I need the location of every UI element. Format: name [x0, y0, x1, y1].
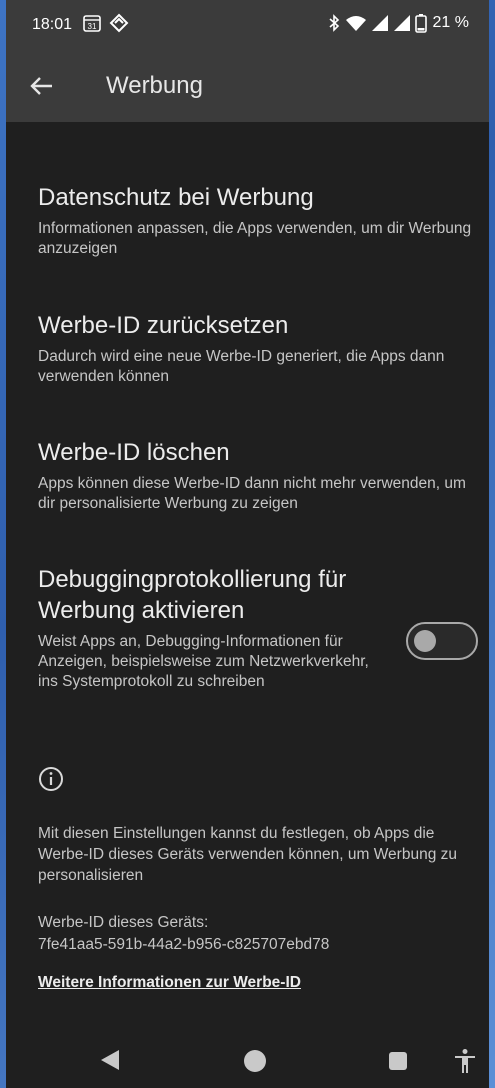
navigation-bar [6, 1030, 489, 1088]
nav-back-icon[interactable] [99, 1048, 121, 1072]
item-delete-ad-id[interactable]: Werbe-ID löschen Apps können diese Werbe… [38, 437, 478, 514]
toggle-knob [414, 630, 436, 652]
wifi-icon [345, 16, 366, 31]
item-subtitle: Dadurch wird eine neue Werbe-ID generier… [38, 348, 445, 385]
signal-icon-2 [393, 15, 410, 31]
status-icons: 21 % [327, 13, 469, 33]
device-id-value: 7fe41aa5-591b-44a2-b956-c825707ebd78 [38, 936, 330, 953]
status-time: 18:01 [32, 16, 73, 33]
item-ad-privacy[interactable]: Datenschutz bei Werbung Informationen an… [38, 182, 478, 259]
info-description: Mit diesen Einstellungen kannst du festl… [38, 825, 457, 884]
battery-percent: 21 % [432, 14, 469, 31]
item-title: Werbe-ID löschen [38, 439, 230, 466]
calendar-day: 31 [88, 22, 97, 31]
signal-icon [371, 15, 388, 31]
arrow-back-icon[interactable] [26, 70, 58, 102]
more-info-link[interactable]: Weitere Informationen zur Werbe-ID [38, 972, 301, 993]
calendar-icon: 31 [83, 15, 101, 32]
item-title: Werbe-ID zurücksetzen [38, 312, 289, 339]
item-debug-logging[interactable]: Debuggingprotokollierung für Werbung akt… [38, 564, 378, 692]
phone-screen: 18:01 31 21 % Werbung Datenschutz bei We… [6, 0, 489, 1088]
nav-home-icon[interactable] [244, 1050, 266, 1072]
item-subtitle: Apps können diese Werbe-ID dann nicht me… [38, 475, 466, 512]
item-title: Debuggingprotokollierung für Werbung akt… [38, 566, 347, 624]
item-title: Datenschutz bei Werbung [38, 184, 314, 211]
item-reset-ad-id[interactable]: Werbe-ID zurücksetzen Dadurch wird eine … [38, 310, 478, 387]
page-title: Werbung [106, 72, 203, 99]
app-header: 18:01 31 21 % Werbung [6, 0, 489, 122]
device-id-label: Werbe-ID dieses Geräts: [38, 914, 209, 931]
accessibility-icon[interactable] [453, 1048, 477, 1074]
battery-icon [414, 14, 427, 33]
app-notification-icon [109, 13, 129, 33]
item-subtitle: Informationen anpassen, die Apps verwend… [38, 220, 472, 257]
status-bar: 18:01 31 21 % [6, 0, 489, 48]
item-subtitle: Weist Apps an, Debugging-Informationen f… [38, 633, 369, 690]
bluetooth-icon [329, 14, 339, 32]
nav-recents-icon[interactable] [389, 1052, 407, 1070]
info-icon [39, 767, 63, 791]
debug-logging-toggle[interactable] [406, 622, 478, 660]
